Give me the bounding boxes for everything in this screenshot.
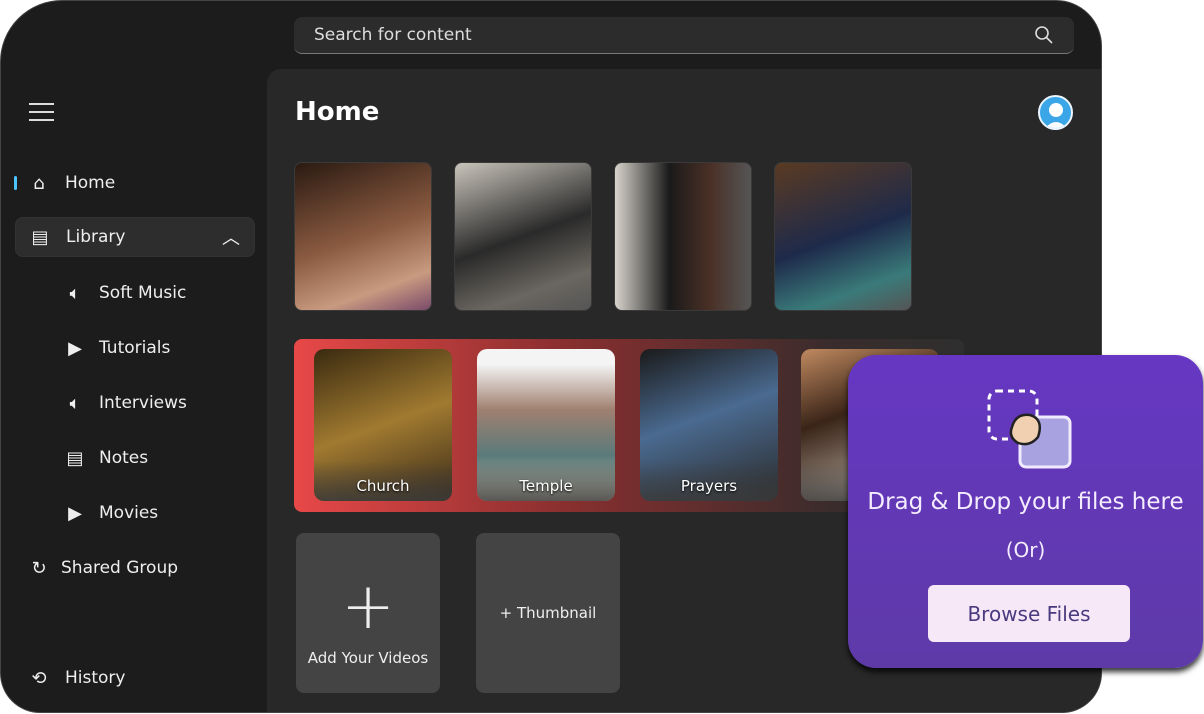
category-card-church[interactable]: Church: [314, 349, 452, 501]
search-bar[interactable]: Search for content: [294, 17, 1074, 54]
category-card-temple[interactable]: Temple: [477, 349, 615, 501]
video-thumbnail[interactable]: [454, 162, 592, 311]
play-icon: ▶: [68, 502, 82, 524]
sidebar-item-label: Home: [65, 173, 116, 193]
browse-files-button[interactable]: Browse Files: [928, 585, 1130, 642]
home-icon: ⌂: [33, 172, 45, 194]
sync-icon: ↻: [31, 557, 47, 579]
sidebar-item-interviews[interactable]: 🔈︎ Interviews: [15, 383, 255, 423]
sidebar-item-history[interactable]: ⟲ History: [15, 658, 255, 698]
library-icon: ▤: [31, 226, 49, 248]
sidebar-item-label: Tutorials: [99, 338, 171, 358]
sidebar-item-label: Notes: [99, 448, 149, 468]
menu-icon[interactable]: [29, 103, 54, 121]
speaker-icon: 🔈︎: [69, 392, 81, 414]
sidebar-item-label: Interviews: [99, 393, 187, 413]
video-thumbnail[interactable]: [294, 162, 432, 311]
sidebar-item-label: Shared Group: [61, 558, 179, 578]
play-icon: ▶: [68, 337, 82, 359]
video-thumbnail[interactable]: [614, 162, 752, 311]
dropzone-or: (Or): [1005, 538, 1046, 562]
upload-dropzone[interactable]: Drag & Drop your files here (Or) Browse …: [848, 355, 1203, 668]
add-videos-label: Add Your Videos: [307, 649, 429, 667]
sidebar-item-label: Library: [66, 227, 126, 247]
category-label: Church: [356, 477, 410, 495]
sidebar-item-library[interactable]: ▤ Library ︿: [15, 217, 255, 257]
dropzone-title: Drag & Drop your files here: [867, 489, 1184, 515]
sidebar-item-label: Soft Music: [99, 283, 187, 303]
notes-icon: ▤: [66, 447, 84, 469]
sidebar-item-home[interactable]: ⌂ Home: [15, 163, 255, 203]
add-videos-button[interactable]: + Add Your Videos: [296, 533, 440, 693]
sidebar-item-movies[interactable]: ▶ Movies: [15, 493, 255, 533]
history-icon: ⟲: [31, 667, 47, 689]
sidebar-item-soft-music[interactable]: 🔈︎ Soft Music: [15, 273, 255, 313]
add-thumbnail-button[interactable]: + Thumbnail: [476, 533, 620, 693]
category-label: Prayers: [680, 477, 738, 495]
speaker-icon: 🔈︎: [69, 282, 81, 304]
sidebar-item-notes[interactable]: ▤ Notes: [15, 438, 255, 478]
drag-drop-icon: [987, 389, 1072, 469]
sidebar-item-label: Movies: [99, 503, 159, 523]
sidebar-item-shared-group[interactable]: ↻ Shared Group: [15, 548, 255, 588]
category-label: Temple: [519, 477, 573, 495]
add-thumbnail-label: + Thumbnail: [499, 604, 597, 622]
video-thumbnail[interactable]: [774, 162, 912, 311]
avatar[interactable]: [1038, 95, 1073, 130]
sidebar-item-tutorials[interactable]: ▶ Tutorials: [15, 328, 255, 368]
page-title: Home: [295, 97, 380, 127]
search-icon[interactable]: [1034, 25, 1054, 45]
category-card-prayers[interactable]: Prayers: [640, 349, 778, 501]
chevron-up-icon[interactable]: ︿: [222, 224, 240, 250]
plus-icon: +: [341, 570, 395, 644]
sidebar-item-label: History: [65, 668, 126, 688]
search-input[interactable]: Search for content: [314, 25, 1034, 45]
